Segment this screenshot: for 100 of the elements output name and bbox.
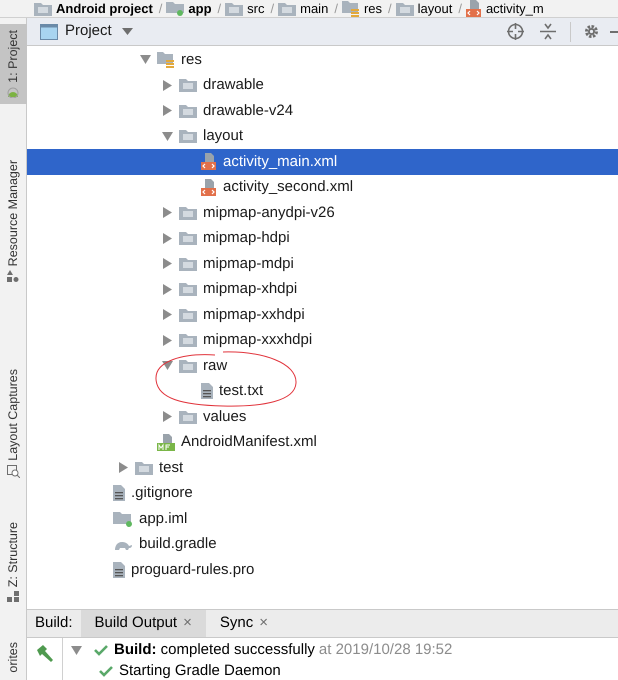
expand-arrow-icon[interactable]: [162, 232, 172, 244]
check-icon: [94, 645, 108, 656]
breadcrumb-item[interactable]: src: [247, 0, 264, 17]
folder-icon: [135, 460, 153, 475]
item-label: test.txt: [219, 381, 264, 401]
tree-item[interactable]: mipmap-mdpi: [27, 251, 618, 276]
close-tab-button[interactable]: ×: [259, 612, 268, 635]
tree-item[interactable]: res: [27, 47, 618, 72]
side-tab[interactable]: 1: Project: [0, 24, 26, 104]
item-label: mipmap-xxxhdpi: [203, 330, 312, 350]
tree-item[interactable]: raw: [27, 353, 618, 378]
item-label: .gitignore: [131, 483, 193, 503]
text-file-icon: [201, 383, 213, 400]
tree-item[interactable]: activity_second.xml: [27, 174, 618, 200]
xml-file-icon: [466, 0, 482, 17]
capture-icon: [6, 464, 20, 478]
settings-icon[interactable]: [583, 23, 600, 40]
expand-arrow-icon[interactable]: [118, 462, 128, 474]
breadcrumb-item[interactable]: layout: [418, 0, 452, 17]
path-separator: /: [388, 0, 392, 17]
item-label: layout: [203, 126, 244, 146]
folder-icon: [179, 358, 197, 373]
expand-arrow-icon[interactable]: [162, 258, 172, 270]
tree-item[interactable]: mipmap-xxhdpi: [27, 302, 618, 328]
module-folder-icon: [166, 1, 184, 16]
item-label: mipmap-anydpi-v26: [203, 202, 335, 222]
shapes-icon: [7, 270, 19, 282]
expand-arrow-icon[interactable]: [162, 411, 172, 422]
breadcrumb-item[interactable]: main: [300, 0, 328, 17]
folder-icon: [179, 104, 197, 118]
tree-item[interactable]: test.txt: [27, 378, 618, 404]
side-tab[interactable]: Resource Manager: [0, 154, 26, 288]
tree-item[interactable]: mipmap-hdpi: [27, 226, 618, 251]
check-icon: [99, 666, 113, 677]
breadcrumb-item[interactable]: activity_m: [486, 0, 544, 17]
crosshair-icon[interactable]: [507, 23, 524, 40]
tree-item[interactable]: values: [27, 404, 618, 430]
tree-item[interactable]: app.iml: [27, 506, 618, 532]
expand-arrow-icon[interactable]: [162, 207, 172, 218]
collapse-arrow-icon[interactable]: [71, 646, 82, 655]
tree-item[interactable]: build.gradle: [27, 532, 618, 557]
tree-item[interactable]: drawable-v24: [27, 98, 618, 124]
expand-arrow-icon[interactable]: [162, 334, 172, 346]
tree-item[interactable]: mipmap-xxxhdpi: [27, 328, 618, 353]
build-tab[interactable]: Sync ×: [206, 610, 282, 637]
folder-icon: [179, 256, 197, 271]
resource-folder-icon: [157, 52, 175, 68]
folder-icon: [34, 2, 52, 16]
item-label: mipmap-hdpi: [203, 228, 290, 248]
tree-item[interactable]: proguard-rules.pro: [27, 557, 618, 582]
item-label: mipmap-xxhdpi: [203, 304, 305, 324]
tree-item[interactable]: activity_main.xml: [27, 149, 618, 174]
path-separator: /: [158, 0, 162, 17]
collapse-arrow-icon[interactable]: [162, 361, 172, 370]
android-icon: [7, 86, 19, 98]
item-label: res: [181, 50, 202, 70]
close-tab-button[interactable]: ×: [183, 612, 192, 635]
item-label: build.gradle: [139, 534, 217, 554]
collapse-all-icon[interactable]: [540, 23, 556, 40]
side-tab[interactable]: Z: Structure: [0, 516, 26, 608]
module-file-icon: [113, 510, 133, 527]
expand-arrow-icon[interactable]: [162, 284, 172, 295]
breadcrumb-item[interactable]: res: [364, 0, 382, 17]
item-label: mipmap-xhdpi: [203, 279, 298, 299]
item-label: test: [159, 458, 184, 478]
item-label: mipmap-mdpi: [203, 254, 294, 274]
folder-icon: [396, 2, 414, 16]
expand-arrow-icon[interactable]: [162, 309, 172, 320]
path-separator: /: [270, 0, 274, 17]
text-file-icon: [113, 485, 125, 502]
dropdown-caret-icon[interactable]: [122, 28, 133, 35]
minimize-icon[interactable]: [610, 30, 618, 32]
xml-file-icon: [201, 153, 217, 170]
resource-folder-icon: [342, 0, 360, 16]
build-tab[interactable]: Build Output ×: [80, 610, 206, 637]
hammer-icon[interactable]: [34, 644, 54, 664]
tree-item[interactable]: mipmap-xhdpi: [27, 276, 618, 302]
item-label: app.iml: [139, 508, 188, 528]
collapse-arrow-icon[interactable]: [162, 132, 172, 141]
tree-item[interactable]: layout: [27, 124, 618, 149]
breadcrumb-item[interactable]: app: [188, 0, 212, 17]
tree-item[interactable]: .gitignore: [27, 480, 618, 506]
xml-file-icon: [201, 178, 217, 196]
build-message: Build: completed successfully: [114, 640, 315, 660]
panel-title[interactable]: Project: [65, 20, 112, 43]
side-tab[interactable]: orites: [0, 636, 26, 679]
manifest-file-icon: [157, 434, 175, 451]
tree-item[interactable]: mipmap-anydpi-v26: [27, 200, 618, 226]
tree-item[interactable]: test: [27, 455, 618, 480]
folder-icon: [179, 206, 197, 220]
folder-icon: [179, 231, 197, 246]
expand-arrow-icon[interactable]: [162, 80, 172, 91]
collapse-arrow-icon[interactable]: [140, 55, 150, 64]
tree-item[interactable]: drawable: [27, 72, 618, 98]
expand-arrow-icon[interactable]: [162, 105, 172, 116]
tree-item[interactable]: AndroidManifest.xml: [27, 430, 618, 455]
item-label: activity_main.xml: [223, 152, 338, 172]
breadcrumb-item[interactable]: Android project: [56, 0, 153, 17]
item-label: values: [203, 406, 246, 426]
side-tab[interactable]: Layout Captures: [0, 363, 26, 484]
